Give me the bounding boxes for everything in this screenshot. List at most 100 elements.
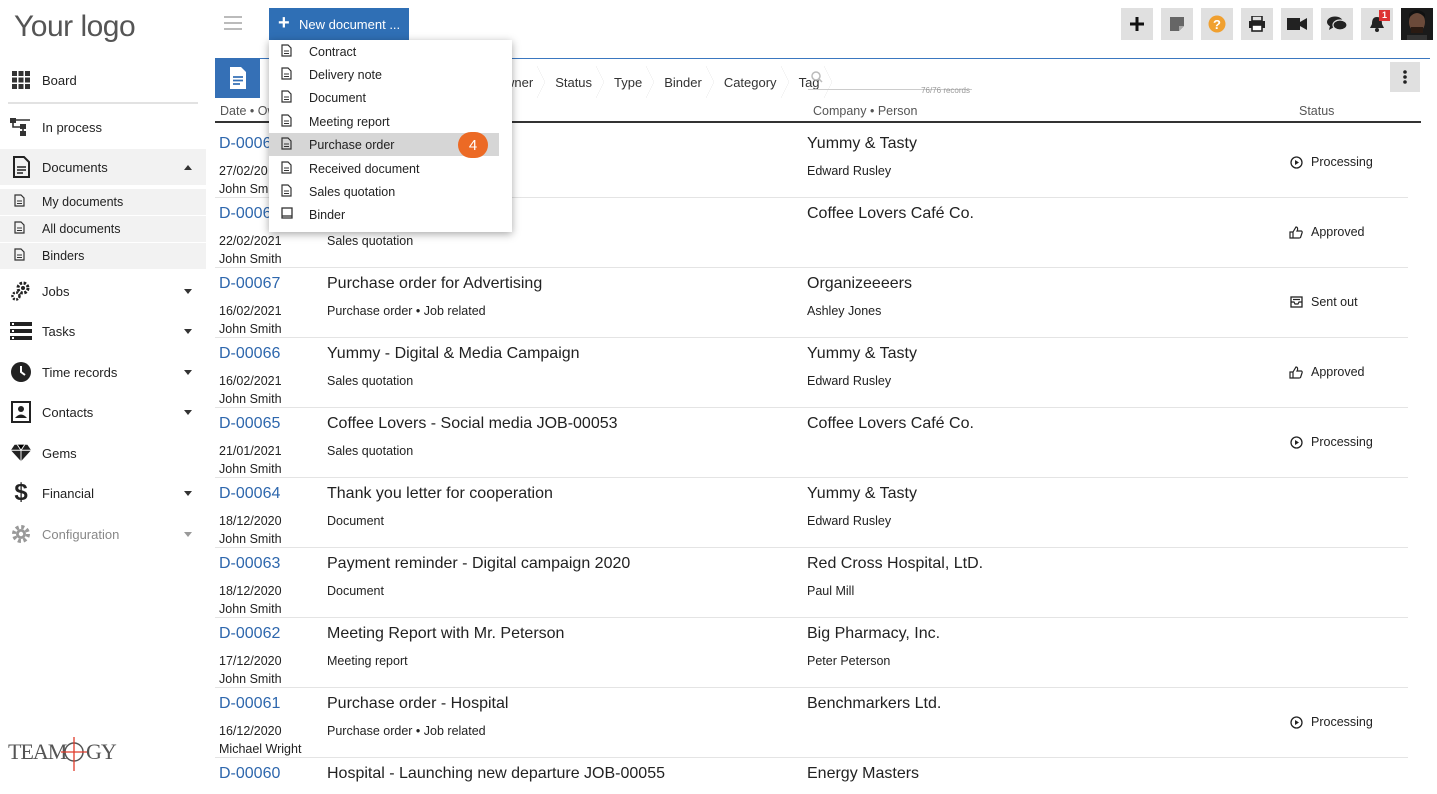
add-button[interactable] [1121, 8, 1153, 40]
document-id-link[interactable]: D-00061 [219, 695, 280, 713]
filter-type[interactable]: Type [604, 66, 655, 98]
document-date: 27/02/20 [219, 164, 268, 178]
document-id-link[interactable]: D-0006 [219, 205, 271, 223]
play-circle-icon [1289, 155, 1303, 169]
document-id-link[interactable]: D-00060 [219, 765, 280, 783]
sidebar-item-contacts[interactable]: Contacts [0, 394, 206, 430]
user-avatar[interactable] [1401, 8, 1433, 40]
table-row[interactable]: D-00066 16/02/2021 John Smith Yummy - Digit… [215, 338, 1408, 408]
menu-item-delivery-note[interactable]: Delivery note [269, 63, 499, 86]
menu-item-received-document[interactable]: Received document [269, 157, 499, 180]
record-count: 76/76 records [921, 86, 970, 95]
table-row[interactable]: D-00063 18/12/2020 John Smith Payment remin… [215, 548, 1408, 618]
table-row[interactable]: D-00067 16/02/2021 John Smith Purchase orde… [215, 268, 1408, 338]
new-document-button[interactable]: + New document ... [269, 8, 409, 40]
sidebar-item-all-documents[interactable]: All documents [0, 216, 206, 242]
document-icon [10, 156, 32, 178]
status-badge: Processing [1289, 714, 1373, 730]
sidebar-item-time-records[interactable]: Time records [0, 354, 206, 390]
chevron-down-icon [184, 329, 192, 334]
sidebar-item-financial[interactable]: $ Financial [0, 475, 206, 511]
document-id-link[interactable]: D-00066 [219, 345, 280, 363]
status-badge: Sent out [1289, 294, 1358, 310]
sidebar-item-my-documents[interactable]: My documents [0, 189, 206, 215]
sidebar: Your logo Board In process Documents My … [0, 0, 206, 794]
table-row[interactable]: D-00061 16/12/2020 Michael Wright Purchase … [215, 688, 1408, 758]
menu-item-contract[interactable]: Contract [269, 40, 499, 63]
notification-count-badge: 1 [1378, 10, 1390, 21]
document-date: 16/02/2021 [219, 304, 282, 318]
plus-icon: + [278, 12, 290, 34]
menu-item-document[interactable]: Document [269, 86, 499, 109]
sidebar-item-documents[interactable]: Documents [0, 149, 206, 185]
kebab-menu-icon [1403, 70, 1407, 84]
contact-card-icon [10, 401, 32, 423]
sidebar-item-tasks[interactable]: Tasks [0, 313, 206, 349]
column-date-owner[interactable]: Date • Ow [220, 104, 276, 118]
filter-category[interactable]: Category [714, 66, 789, 98]
chevron-up-icon [184, 165, 192, 170]
menu-item-sales-quotation[interactable]: Sales quotation [269, 180, 499, 203]
table-row[interactable]: D-00060 Hospital - Launching new departur… [215, 758, 1408, 794]
sidebar-item-board[interactable]: Board [0, 62, 206, 98]
status-badge: Approved [1289, 224, 1365, 240]
help-button[interactable]: ? [1201, 8, 1233, 40]
filter-label: Status [555, 74, 593, 90]
sidebar-item-label: Configuration [42, 526, 120, 542]
document-small-icon [14, 194, 25, 210]
menu-item-label: Binder [309, 207, 346, 222]
status-label: Approved [1311, 365, 1365, 379]
print-button[interactable] [1241, 8, 1273, 40]
document-date: 18/12/2020 [219, 584, 282, 598]
menu-toggle-button[interactable] [224, 16, 242, 30]
column-company-person[interactable]: Company • Person [813, 104, 917, 118]
sidebar-item-in-process[interactable]: In process [0, 109, 206, 145]
document-id-link[interactable]: D-00067 [219, 275, 280, 293]
sidebar-item-gems[interactable]: Gems [0, 435, 206, 471]
document-type: Document [327, 584, 384, 598]
table-row[interactable]: D-00065 21/01/2021 John Smith Coffee Lovers… [215, 408, 1408, 478]
sticky-note-button[interactable] [1161, 8, 1193, 40]
document-owner: John Smith [219, 392, 282, 406]
company-name: Coffee Lovers Café Co. [807, 205, 974, 222]
document-owner: John Smith [219, 602, 282, 616]
table-row[interactable]: D-00062 17/12/2020 John Smith Meeting Repor… [215, 618, 1408, 688]
company-name: Yummy & Tasty [807, 345, 917, 362]
sidebar-item-jobs[interactable]: Jobs [0, 273, 206, 309]
document-id-link[interactable]: D-00063 [219, 555, 280, 573]
document-small-icon [281, 114, 292, 130]
document-id-link[interactable]: D-00062 [219, 625, 280, 643]
table-row[interactable]: D-00064 18/12/2020 John Smith Thank you let… [215, 478, 1408, 548]
search-input[interactable] [828, 70, 968, 84]
search-box[interactable]: 76/76 records [808, 68, 972, 95]
sidebar-item-binders[interactable]: Binders [0, 243, 206, 269]
status-badge: Approved [1289, 364, 1365, 380]
filter-status[interactable]: Status [545, 66, 604, 98]
documents-view-tile[interactable] [215, 58, 260, 98]
menu-item-binder[interactable]: Binder [269, 203, 499, 226]
document-owner: John Smith [219, 462, 282, 476]
document-id-link[interactable]: D-0006 [219, 135, 271, 153]
menu-item-meeting-report[interactable]: Meeting report [269, 110, 499, 133]
notifications-button[interactable]: 1 [1361, 8, 1393, 40]
column-status[interactable]: Status [1299, 104, 1334, 118]
company-name: Big Pharmacy, Inc. [807, 625, 941, 642]
company-name: Organizeeeers [807, 275, 912, 292]
more-options-button[interactable] [1390, 62, 1420, 92]
logo: Your logo [14, 10, 136, 43]
filter-binder[interactable]: Binder [654, 66, 714, 98]
document-id-link[interactable]: D-00065 [219, 415, 280, 433]
contact-person: Edward Rusley [807, 514, 892, 528]
video-call-button[interactable] [1281, 8, 1313, 40]
sidebar-item-label: Documents [42, 159, 108, 175]
sidebar-item-configuration[interactable]: Configuration [0, 516, 206, 552]
document-title: Purchase order for Advertising [327, 275, 543, 292]
new-document-label: New document ... [299, 16, 401, 32]
sidebar-item-label: My documents [42, 195, 124, 209]
chat-button[interactable] [1321, 8, 1353, 40]
step-indicator-badge: 4 [458, 132, 488, 158]
chevron-down-icon [184, 532, 192, 537]
company-name: Yummy & Tasty [807, 485, 917, 502]
document-id-link[interactable]: D-00064 [219, 485, 280, 503]
filter-label: Category [723, 74, 777, 90]
